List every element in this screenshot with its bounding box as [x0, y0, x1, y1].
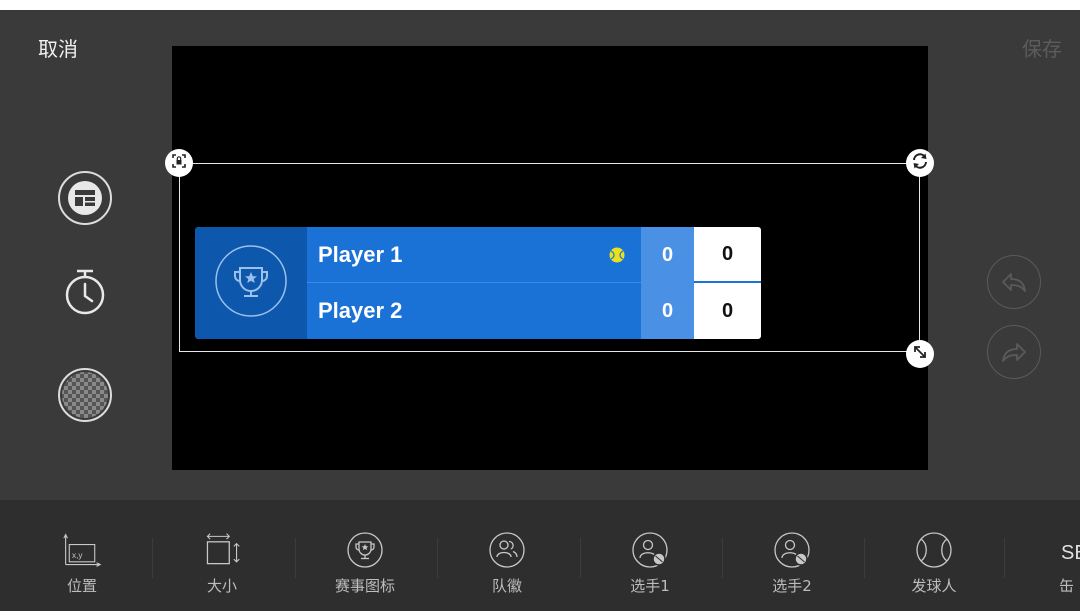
player-row-1: Player 1 0 0 [307, 227, 761, 283]
tool-server-label: 发球人 [911, 577, 957, 595]
layout-icon [60, 173, 110, 223]
tool-event-icon[interactable]: 赛事图标 [295, 500, 435, 611]
timer-icon [58, 265, 112, 319]
tool-position[interactable]: x,y 位置 [12, 500, 152, 611]
player-1-set-score[interactable]: 0 [641, 227, 694, 283]
resize-handle[interactable] [906, 340, 934, 368]
trophy-icon [345, 530, 385, 570]
tool-partial[interactable]: SE 缶 [1004, 500, 1080, 611]
bottom-toolbar: x,y 位置 大小 赛事图标 队徽 选手1 选手2 发球人 S 缶 [0, 500, 1080, 611]
undo-icon [999, 267, 1029, 297]
undo-button[interactable] [987, 255, 1041, 309]
tool-position-label: 位置 [66, 577, 97, 595]
svg-text:x,y: x,y [72, 551, 83, 560]
position-icon: x,y [62, 530, 102, 570]
tennis-ball-icon [914, 530, 954, 570]
team-badge-icon [487, 530, 527, 570]
save-button[interactable]: 保存 [1022, 37, 1062, 61]
tool-event-icon-label: 赛事图标 [334, 577, 395, 595]
tool-player-1-label: 选手1 [630, 577, 670, 595]
transparency-button[interactable] [58, 368, 112, 422]
event-logo [195, 227, 307, 339]
tool-player-1[interactable]: 选手1 [580, 500, 720, 611]
size-icon [202, 530, 242, 570]
rotate-handle[interactable] [906, 149, 934, 177]
tool-size-label: 大小 [206, 577, 237, 595]
tool-server[interactable]: 发球人 [864, 500, 1004, 611]
layout-button[interactable] [58, 171, 112, 225]
tool-team-badge-label: 队徽 [491, 577, 522, 595]
serve-indicator-icon [609, 247, 625, 263]
redo-button[interactable] [987, 325, 1041, 379]
player-2-game-score[interactable]: 0 [694, 283, 761, 339]
rotate-icon [910, 151, 930, 175]
tool-team-badge[interactable]: 队徽 [437, 500, 577, 611]
player-1-name[interactable]: Player 1 [307, 227, 641, 283]
tool-partial-label: 缶 [1059, 577, 1075, 595]
tool-player-2[interactable]: 选手2 [722, 500, 862, 611]
lock-aspect-handle[interactable] [165, 149, 193, 177]
redo-icon [999, 337, 1029, 367]
transparency-icon [60, 370, 110, 420]
timer-button[interactable] [58, 265, 112, 319]
lock-icon [170, 152, 188, 174]
resize-icon [912, 344, 928, 364]
player-icon [630, 530, 670, 570]
tool-partial-icon-text: SE [1061, 542, 1080, 564]
player-row-2: Player 2 0 0 [307, 283, 761, 339]
editor-screen: 取消 保存 Player 1 0 0 Player 2 0 0 x,y 位置 大… [0, 10, 1080, 611]
player-2-set-score[interactable]: 0 [641, 283, 694, 339]
tool-size[interactable]: 大小 [152, 500, 292, 611]
player-2-name[interactable]: Player 2 [307, 283, 641, 339]
player-1-game-score[interactable]: 0 [694, 227, 761, 283]
cancel-button[interactable]: 取消 [38, 37, 78, 61]
tool-player-2-label: 选手2 [772, 577, 812, 595]
scoreboard[interactable]: Player 1 0 0 Player 2 0 0 [195, 227, 761, 339]
player-icon [772, 530, 812, 570]
trophy-icon [214, 244, 288, 322]
